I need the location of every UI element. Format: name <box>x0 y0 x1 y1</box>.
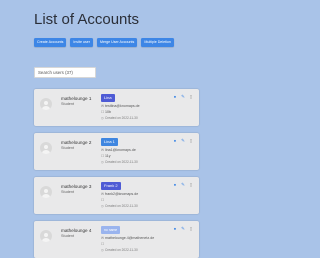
account-field-row: ☐ <box>101 242 105 246</box>
account-field: 11y <box>105 154 111 158</box>
page-title: List of Accounts <box>34 11 140 28</box>
account-username: mathelounge 2 <box>61 140 92 145</box>
create-accounts-button[interactable]: Create Accounts <box>34 38 67 47</box>
account-role: Student <box>61 145 75 150</box>
card-actions: ● ✎ ▯ <box>173 182 193 187</box>
account-card: mathelounge 2 Student Lina 1 ✉lina1@knom… <box>34 133 199 170</box>
account-email: lina1@knomaps.de <box>105 148 136 152</box>
multiple-deletion-button[interactable]: Multiple Deletion <box>141 38 174 47</box>
account-field-row: ☐ <box>101 198 105 202</box>
trash-icon[interactable]: ▯ <box>189 182 193 187</box>
checkbox-icon: ☐ <box>101 198 105 202</box>
pencil-icon[interactable]: ✎ <box>181 182 185 187</box>
merge-user-accounts-button[interactable]: Merge User Accounts <box>96 38 138 47</box>
eye-icon[interactable]: ● <box>173 182 177 187</box>
trash-icon[interactable]: ▯ <box>189 226 193 231</box>
account-created-row: ◷Created on 2022-11-30 <box>101 116 138 120</box>
account-created: Created on 2022-11-30 <box>105 248 138 252</box>
trash-icon[interactable]: ▯ <box>189 138 193 143</box>
pencil-icon[interactable]: ✎ <box>181 226 185 231</box>
account-email-row: ✉frank2@knomaps.de <box>101 192 138 196</box>
account-created-row: ◷Created on 2022-11-30 <box>101 248 138 252</box>
card-actions: ● ✎ ▯ <box>173 138 193 143</box>
account-username: mathelounge 1 <box>61 96 92 101</box>
account-email-row: ✉mathelounge.4@mathenetz.de <box>101 236 154 240</box>
account-username: mathelounge 4 <box>61 228 92 233</box>
account-email-row: ✉testlina@knomaps.de <box>101 104 140 108</box>
search-input[interactable]: Search users (37) <box>34 67 96 78</box>
eye-icon[interactable]: ● <box>173 138 177 143</box>
account-created: Created on 2022-11-30 <box>105 160 138 164</box>
pencil-icon[interactable]: ✎ <box>181 138 185 143</box>
account-created: Created on 2022-11-30 <box>105 116 138 120</box>
account-card: mathelounge 3 Student Frank 2 ✉frank2@kn… <box>34 177 199 214</box>
avatar <box>40 230 52 242</box>
account-name-badge: no name <box>101 226 121 234</box>
account-created-row: ◷Created on 2022-11-30 <box>101 160 138 164</box>
account-card: mathelounge 4 Student no name ✉matheloun… <box>34 221 199 258</box>
account-email-row: ✉lina1@knomaps.de <box>101 148 136 152</box>
account-field-row: ☐10b <box>101 110 111 114</box>
account-name-badge: Lina 1 <box>101 138 118 146</box>
account-email: frank2@knomaps.de <box>105 192 139 196</box>
trash-icon[interactable]: ▯ <box>189 94 193 99</box>
account-email: testlina@knomaps.de <box>105 104 140 108</box>
eye-icon[interactable]: ● <box>173 226 177 231</box>
account-name-badge: Lina <box>101 94 115 102</box>
avatar <box>40 142 52 154</box>
avatar <box>40 98 52 110</box>
avatar <box>40 186 52 198</box>
account-name-badge: Frank 2 <box>101 182 121 190</box>
card-actions: ● ✎ ▯ <box>173 226 193 231</box>
account-field: 10b <box>105 110 111 114</box>
account-email: mathelounge.4@mathenetz.de <box>105 236 155 240</box>
invite-user-button[interactable]: Invite user <box>70 38 93 47</box>
account-field-row: ☐11y <box>101 154 111 158</box>
pencil-icon[interactable]: ✎ <box>181 94 185 99</box>
account-created: Created on 2022-11-30 <box>105 204 138 208</box>
account-role: Student <box>61 189 75 194</box>
account-role: Student <box>61 101 75 106</box>
account-username: mathelounge 3 <box>61 184 92 189</box>
checkbox-icon: ☐ <box>101 242 105 246</box>
toolbar: Create Accounts Invite user Merge User A… <box>34 38 174 47</box>
account-created-row: ◷Created on 2022-11-30 <box>101 204 138 208</box>
card-actions: ● ✎ ▯ <box>173 94 193 99</box>
account-role: Student <box>61 233 75 238</box>
eye-icon[interactable]: ● <box>173 94 177 99</box>
account-card: mathelounge 1 Student Lina ✉testlina@kno… <box>34 89 199 126</box>
